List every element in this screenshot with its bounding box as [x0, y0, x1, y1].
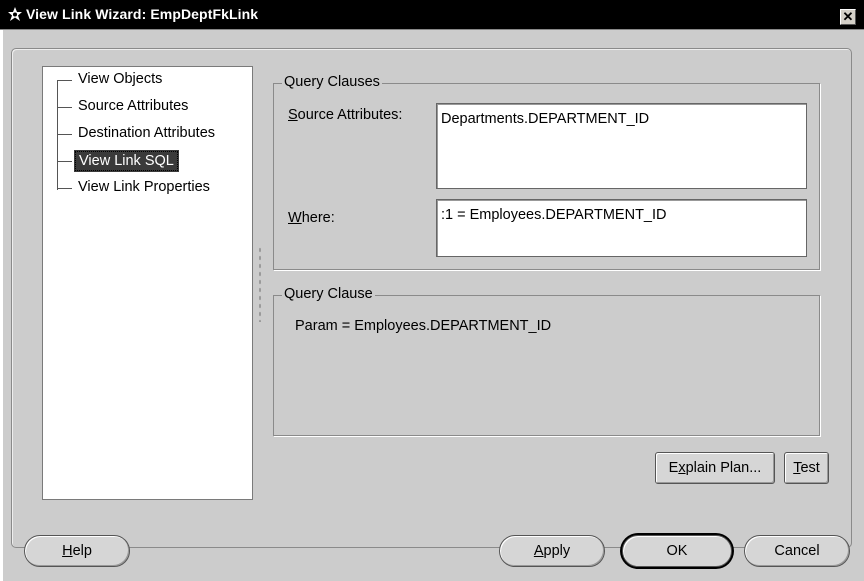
- nav-item-view-link-properties[interactable]: View Link Properties: [57, 177, 247, 199]
- wizard-icon: [6, 6, 24, 24]
- where-label: Where:: [288, 210, 335, 226]
- query-clause-group: Query Clause: [273, 286, 820, 436]
- nav-item-label: Source Attributes: [78, 98, 189, 114]
- nav-item-view-objects[interactable]: View Objects: [57, 69, 247, 91]
- splitter-handle[interactable]: [258, 246, 262, 322]
- group-legend: Query Clauses: [282, 74, 382, 90]
- source-attributes-label: Source Attributes:: [288, 107, 403, 123]
- nav-item-source-attributes[interactable]: Source Attributes: [57, 96, 247, 118]
- nav-item-view-link-sql[interactable]: View Link SQL: [57, 150, 247, 172]
- test-button[interactable]: Test: [784, 452, 829, 484]
- query-clause-text: Param = Employees.DEPARTMENT_ID: [295, 318, 552, 334]
- help-button[interactable]: Help: [24, 535, 130, 567]
- where-field[interactable]: :1 = Employees.DEPARTMENT_ID: [436, 199, 807, 257]
- apply-button[interactable]: Apply: [499, 535, 605, 567]
- title-bar: View Link Wizard: EmpDeptFkLink ✕: [0, 0, 864, 30]
- wizard-steps-tree: View Objects Source Attributes Destinati…: [42, 66, 253, 500]
- window-title: View Link Wizard: EmpDeptFkLink: [26, 6, 259, 22]
- nav-item-label: View Link Properties: [78, 179, 210, 195]
- close-button[interactable]: ✕: [840, 9, 856, 25]
- ok-button[interactable]: OK: [622, 535, 732, 567]
- close-icon: ✕: [842, 9, 854, 24]
- nav-item-label: Destination Attributes: [78, 125, 216, 141]
- explain-plan-button[interactable]: Explain Plan...: [655, 452, 775, 484]
- source-attributes-field[interactable]: Departments.DEPARTMENT_ID: [436, 103, 807, 189]
- nav-item-label: View Link SQL: [74, 150, 179, 172]
- group-legend: Query Clause: [282, 286, 375, 302]
- nav-item-label: View Objects: [78, 71, 163, 87]
- cancel-button[interactable]: Cancel: [744, 535, 850, 567]
- nav-item-destination-attributes[interactable]: Destination Attributes: [57, 123, 247, 145]
